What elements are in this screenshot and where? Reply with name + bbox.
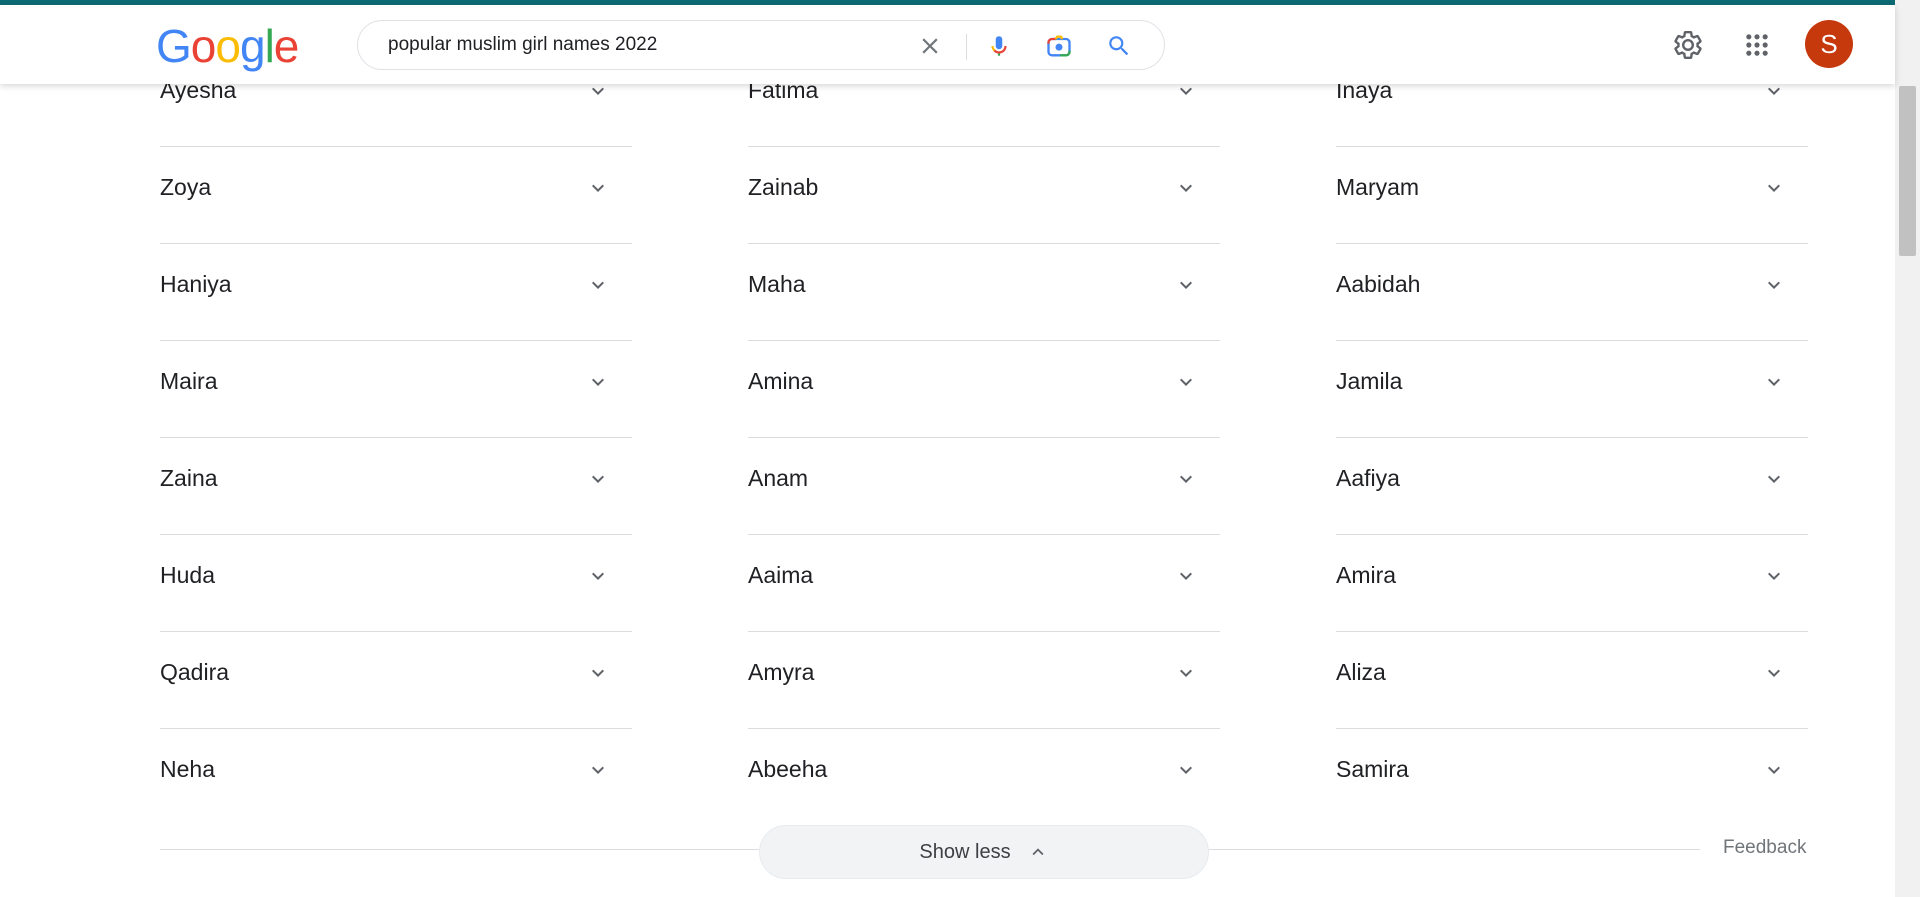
chevron-down-icon bbox=[1180, 669, 1192, 677]
list-item[interactable]: Samira bbox=[1336, 729, 1808, 826]
search-button[interactable] bbox=[1100, 27, 1138, 65]
scrollbar-thumb[interactable] bbox=[1899, 86, 1916, 256]
list-item[interactable]: Aabidah bbox=[1336, 244, 1808, 341]
chevron-down-icon bbox=[1180, 572, 1192, 580]
chevron-down-icon bbox=[1180, 475, 1192, 483]
chevron-down-icon bbox=[592, 572, 604, 580]
list-item[interactable]: Aliza bbox=[1336, 632, 1808, 729]
list-item[interactable]: Anam bbox=[748, 438, 1220, 535]
clear-button[interactable] bbox=[911, 27, 949, 65]
list-item[interactable]: Maha bbox=[748, 244, 1220, 341]
logo-letter: G bbox=[156, 20, 192, 72]
logo-letter: o bbox=[215, 20, 241, 72]
name-label: Zainab bbox=[748, 174, 819, 200]
search-input[interactable]: popular muslim girl names 2022 bbox=[388, 34, 657, 56]
chevron-down-icon bbox=[592, 281, 604, 289]
chevron-down-icon bbox=[1180, 766, 1192, 774]
names-column-1: Ayesha Zoya Haniya Maira Zaina Huda Qadi… bbox=[160, 50, 632, 826]
feedback-link[interactable]: Feedback bbox=[1723, 837, 1806, 859]
chevron-down-icon bbox=[592, 766, 604, 774]
list-item[interactable]: Haniya bbox=[160, 244, 632, 341]
name-label: Amina bbox=[748, 368, 814, 394]
chevron-down-icon bbox=[1180, 281, 1192, 289]
name-label: Aabidah bbox=[1336, 271, 1421, 297]
list-item[interactable]: Zoya bbox=[160, 147, 632, 244]
chevron-down-icon bbox=[1768, 281, 1780, 289]
microphone-icon bbox=[991, 36, 1007, 56]
names-column-3: Inaya Maryam Aabidah Jamila Aafiya Amira… bbox=[1336, 50, 1808, 826]
chevron-down-icon bbox=[1768, 475, 1780, 483]
list-item[interactable]: Aaima bbox=[748, 535, 1220, 632]
name-label: Anam bbox=[748, 465, 809, 491]
name-label: Neha bbox=[160, 756, 215, 782]
logo-letter: l bbox=[264, 20, 275, 72]
name-label: Maira bbox=[160, 368, 218, 394]
list-item[interactable]: Zaina bbox=[160, 438, 632, 535]
chevron-down-icon bbox=[1768, 572, 1780, 580]
name-label: Aaima bbox=[748, 562, 814, 588]
chevron-down-icon bbox=[592, 184, 604, 192]
chevron-down-icon bbox=[592, 378, 604, 386]
close-icon bbox=[922, 38, 938, 54]
list-item[interactable]: Aafiya bbox=[1336, 438, 1808, 535]
list-item[interactable]: Amina bbox=[748, 341, 1220, 438]
list-item[interactable]: Neha bbox=[160, 729, 632, 826]
name-label: Zaina bbox=[160, 465, 218, 491]
list-item[interactable]: Zainab bbox=[748, 147, 1220, 244]
search-icon bbox=[1109, 36, 1129, 56]
name-label: Zoya bbox=[160, 174, 212, 200]
camera-icon bbox=[1047, 35, 1071, 57]
apps-grid-icon bbox=[1746, 34, 1768, 56]
name-label: Maha bbox=[748, 271, 806, 297]
list-item[interactable]: Abeeha bbox=[748, 729, 1220, 826]
voice-search-button[interactable] bbox=[980, 27, 1018, 65]
list-item[interactable]: Huda bbox=[160, 535, 632, 632]
settings-button[interactable] bbox=[1666, 23, 1710, 67]
list-item[interactable]: Jamila bbox=[1336, 341, 1808, 438]
name-label: Aafiya bbox=[1336, 465, 1400, 491]
name-label: Aliza bbox=[1336, 659, 1386, 685]
name-label: Haniya bbox=[160, 271, 232, 297]
show-less-label: Show less bbox=[919, 840, 1011, 863]
names-column-2: Fatima Zainab Maha Amina Anam Aaima Amyr… bbox=[748, 50, 1220, 826]
name-label: Amyra bbox=[748, 659, 815, 685]
chevron-down-icon bbox=[1180, 184, 1192, 192]
name-label: Amira bbox=[1336, 562, 1397, 588]
name-label: Maryam bbox=[1336, 174, 1420, 200]
list-item[interactable]: Maryam bbox=[1336, 147, 1808, 244]
list-item[interactable]: Maira bbox=[160, 341, 632, 438]
search-box[interactable]: popular muslim girl names 2022 bbox=[357, 20, 1165, 70]
name-label: Jamila bbox=[1336, 368, 1403, 394]
chevron-down-icon bbox=[1180, 378, 1192, 386]
chevron-down-icon bbox=[592, 669, 604, 677]
name-label: Samira bbox=[1336, 756, 1409, 782]
name-label: Huda bbox=[160, 562, 215, 588]
list-item[interactable]: Amira bbox=[1336, 535, 1808, 632]
chevron-down-icon bbox=[1768, 766, 1780, 774]
search-divider bbox=[966, 34, 967, 60]
lens-search-button[interactable] bbox=[1040, 27, 1078, 65]
logo-letter: o bbox=[190, 20, 217, 72]
gear-icon bbox=[1674, 31, 1702, 59]
avatar[interactable]: S bbox=[1805, 20, 1853, 68]
scrollbar[interactable] bbox=[1895, 0, 1920, 897]
chevron-down-icon bbox=[1768, 184, 1780, 192]
apps-button[interactable] bbox=[1735, 23, 1779, 67]
chevron-down-icon bbox=[592, 475, 604, 483]
search-header: Google popular muslim girl names 2022 S bbox=[0, 5, 1895, 84]
chevron-down-icon bbox=[1768, 378, 1780, 386]
logo-letter: e bbox=[273, 20, 300, 72]
name-label: Qadira bbox=[160, 659, 230, 685]
list-item[interactable]: Amyra bbox=[748, 632, 1220, 729]
chevron-down-icon bbox=[1768, 669, 1780, 677]
chevron-up-icon bbox=[1032, 848, 1044, 856]
google-logo[interactable]: Google bbox=[156, 20, 300, 72]
name-label: Abeeha bbox=[748, 756, 828, 782]
show-less-button[interactable]: Show less bbox=[759, 825, 1209, 879]
list-item[interactable]: Qadira bbox=[160, 632, 632, 729]
logo-letter: g bbox=[239, 20, 266, 72]
